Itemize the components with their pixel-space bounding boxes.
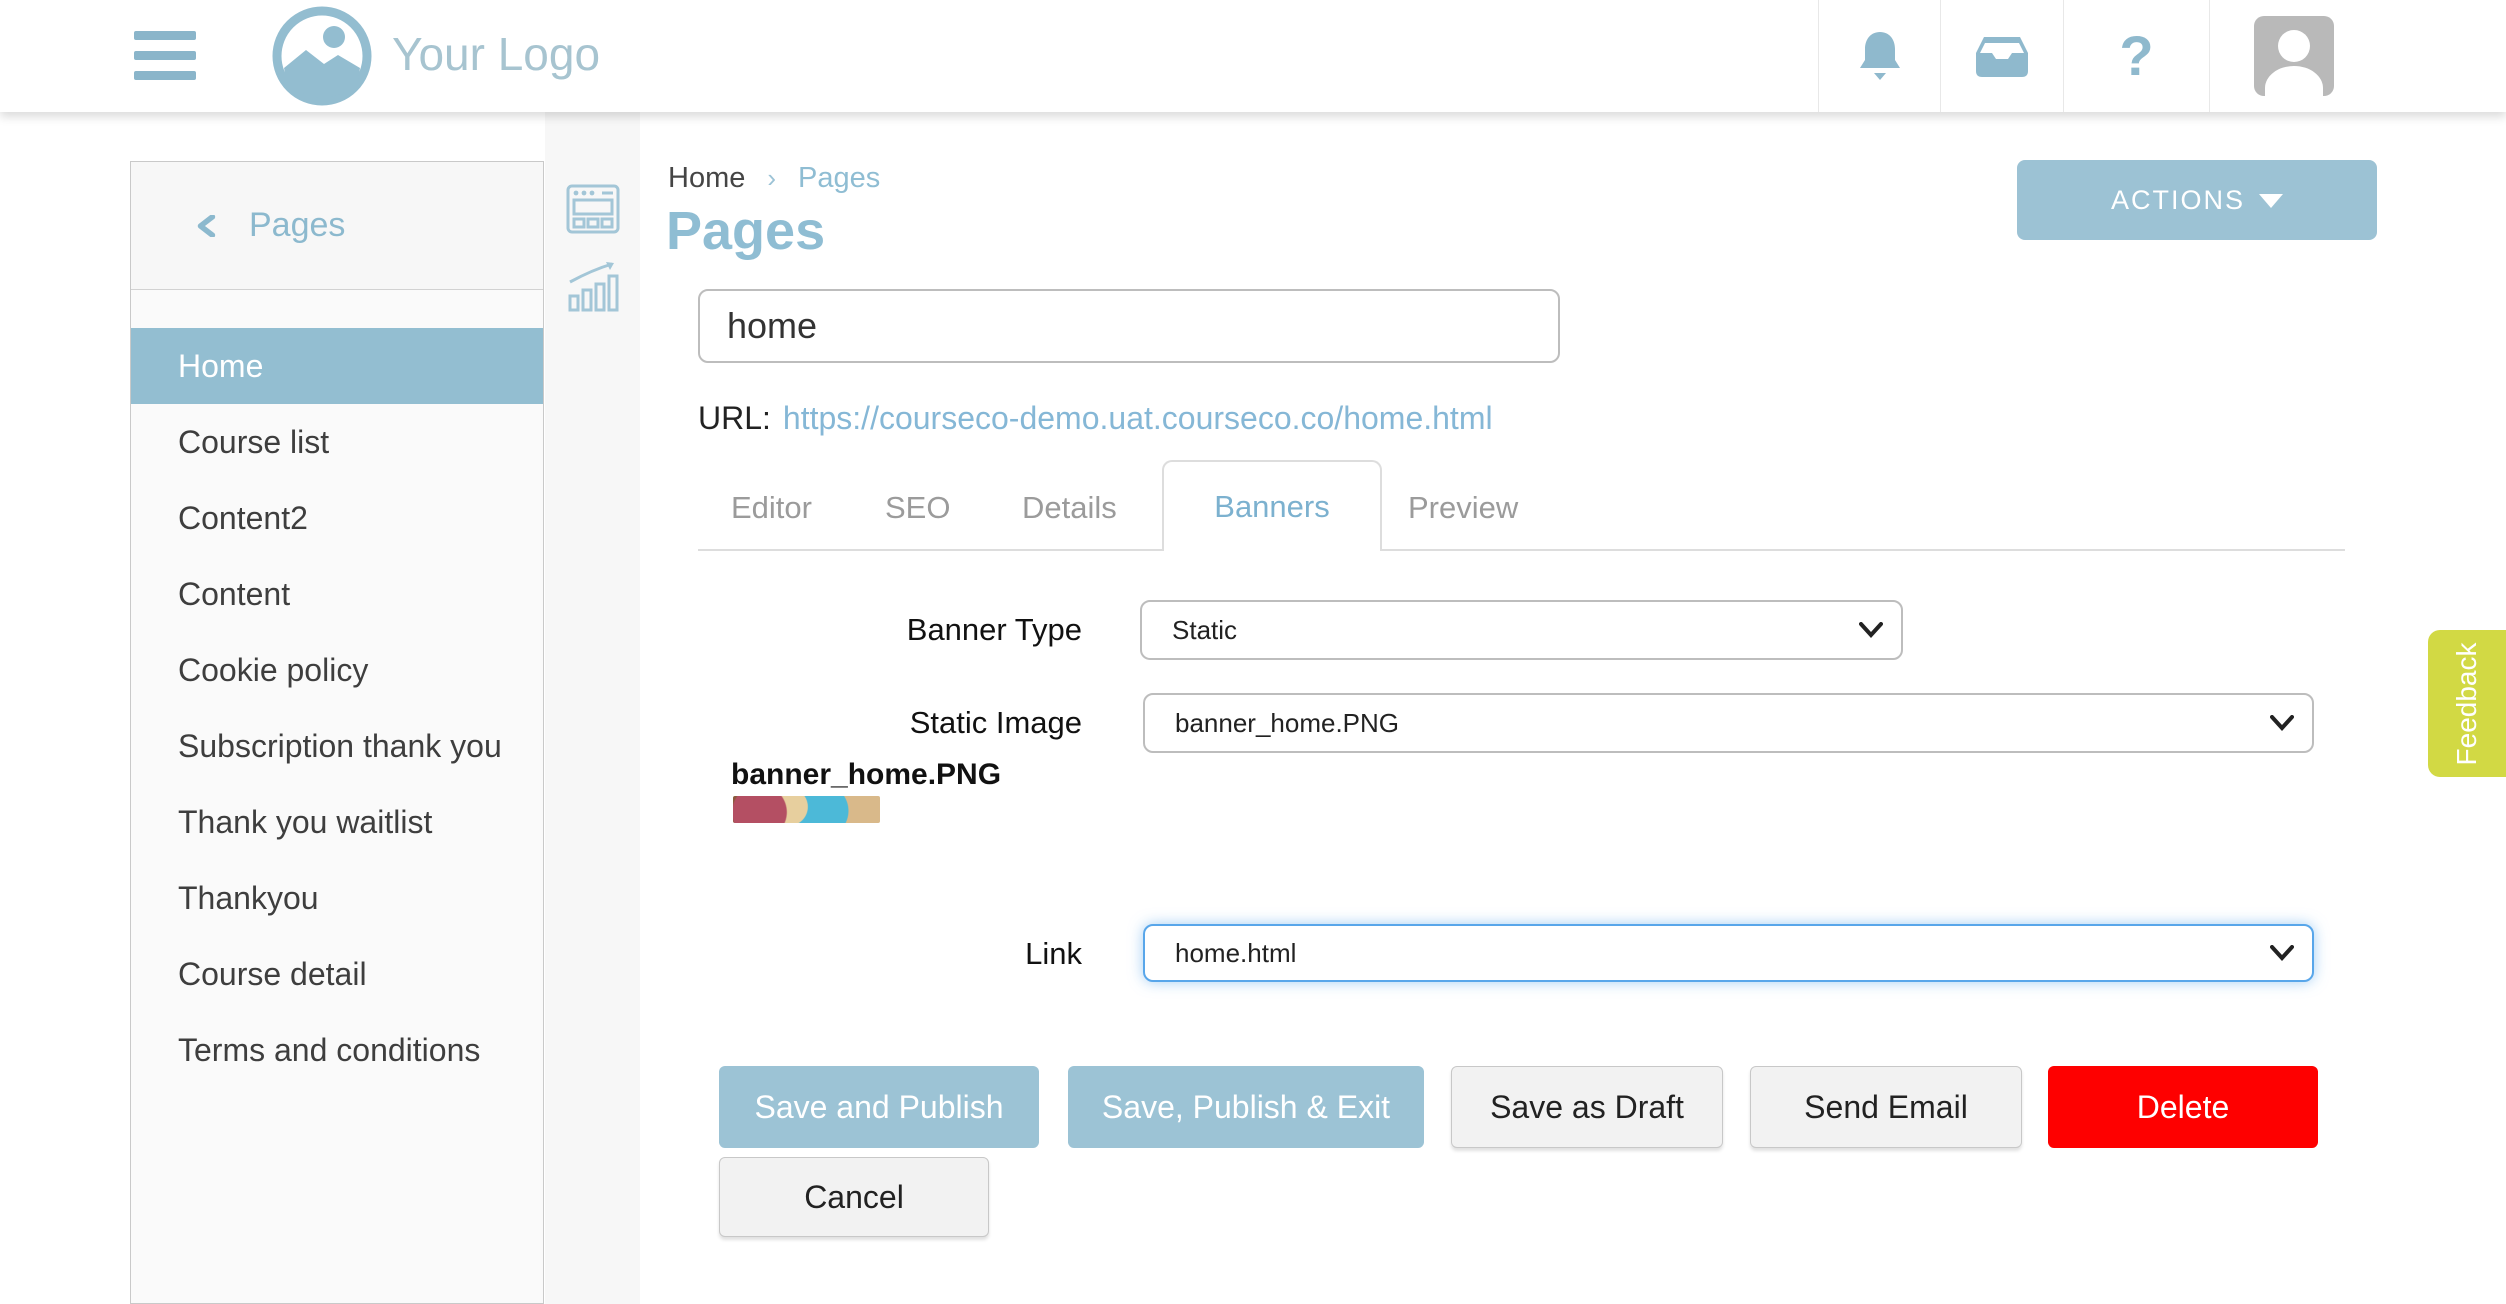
cancel-button[interactable]: Cancel [719, 1157, 989, 1237]
link-label: Link [698, 924, 1082, 984]
static-image-select[interactable]: banner_home.PNG [1143, 693, 2314, 753]
banner-type-select[interactable]: Static [1140, 600, 1903, 660]
image-logo-icon [272, 6, 372, 106]
banner-type-select-wrap: Static [1140, 600, 1903, 660]
breadcrumb: Home › Pages [668, 162, 880, 195]
main-content: Home › Pages Pages ACTIONS URL: https://cou… [640, 112, 2506, 1304]
avatar [2254, 16, 2334, 96]
sidebar-item-thankyou[interactable]: Thankyou [131, 860, 543, 936]
app-window: Your Logo ? [0, 0, 2506, 1304]
sidebar-item-thank-you-waitlist[interactable]: Thank you waitlist [131, 784, 543, 860]
sidebar-item-content[interactable]: Content [131, 556, 543, 632]
page-builder-icon[interactable] [566, 182, 620, 236]
sidebar-header: Pages [131, 162, 543, 290]
bell-icon [1857, 30, 1903, 82]
sidebar-title: Pages [249, 206, 345, 245]
tab-banners[interactable]: Banners [1162, 460, 1382, 551]
banner-type-label: Banner Type [698, 600, 1082, 660]
sidebar-item-course-list[interactable]: Course list [131, 404, 543, 480]
inbox-button[interactable] [1940, 0, 2063, 112]
tab-banners-label: Banners [1214, 489, 1329, 525]
caret-down-icon [2259, 194, 2283, 208]
tab-seo[interactable]: SEO [885, 490, 950, 526]
tool-strip [545, 112, 640, 1304]
sidebar-item-home[interactable]: Home [131, 328, 543, 404]
pages-sidebar: Pages Home Course list Content2 Content … [130, 161, 544, 1304]
chevron-right-icon: › [767, 163, 776, 193]
tabs-divider [698, 549, 2345, 551]
breadcrumb-home[interactable]: Home [668, 162, 745, 194]
delete-button[interactable]: Delete [2048, 1066, 2318, 1148]
save-and-publish-button[interactable]: Save and Publish [719, 1066, 1039, 1148]
banner-image-filename: banner_home.PNG [731, 758, 1001, 792]
url-line: URL: https://courseco-demo.uat.courseco.c… [698, 400, 1493, 437]
analytics-icon[interactable] [566, 260, 620, 314]
inbox-icon [1976, 35, 2028, 77]
tab-editor[interactable]: Editor [731, 490, 812, 526]
tab-preview[interactable]: Preview [1408, 490, 1518, 526]
static-image-select-wrap: banner_home.PNG [1143, 693, 2314, 753]
link-select-wrap: home.html [1143, 924, 2314, 982]
sidebar-item-terms-and-conditions[interactable]: Terms and conditions [131, 1012, 543, 1088]
feedback-label: Feedback [2451, 642, 2483, 765]
save-as-draft-button[interactable]: Save as Draft [1451, 1066, 1723, 1148]
logo-text: Your Logo [392, 0, 600, 112]
breadcrumb-pages[interactable]: Pages [798, 162, 880, 194]
hamburger-menu-icon[interactable] [134, 31, 196, 81]
sidebar-item-cookie-policy[interactable]: Cookie policy [131, 632, 543, 708]
tab-details[interactable]: Details [1022, 490, 1117, 526]
page-name-input[interactable] [698, 289, 1560, 363]
page-url-link[interactable]: https://courseco-demo.uat.courseco.co/ho… [783, 400, 1493, 436]
actions-dropdown-button[interactable]: ACTIONS [2017, 160, 2377, 240]
header-icon-bar: ? [1818, 0, 2506, 112]
link-select[interactable]: home.html [1143, 924, 2314, 982]
feedback-tab[interactable]: Feedback [2428, 630, 2506, 777]
top-header: Your Logo ? [0, 0, 2506, 112]
chevron-left-icon[interactable] [195, 215, 217, 237]
sidebar-item-content2[interactable]: Content2 [131, 480, 543, 556]
banner-image-thumbnail[interactable] [733, 796, 880, 823]
help-button[interactable]: ? [2063, 0, 2209, 112]
profile-button[interactable] [2209, 0, 2506, 112]
notifications-button[interactable] [1818, 0, 1940, 112]
sidebar-item-subscription-thank-you[interactable]: Subscription thank you [131, 708, 543, 784]
page-title: Pages [666, 200, 825, 262]
sidebar-page-list: Home Course list Content2 Content Cookie… [131, 290, 543, 1088]
sidebar-item-course-detail[interactable]: Course detail [131, 936, 543, 1012]
save-publish-exit-button[interactable]: Save, Publish & Exit [1068, 1066, 1424, 1148]
actions-label: ACTIONS [2111, 185, 2245, 215]
send-email-button[interactable]: Send Email [1750, 1066, 2022, 1148]
url-label: URL: [698, 400, 771, 436]
static-image-label: Static Image [698, 693, 1082, 753]
help-icon: ? [2119, 28, 2153, 84]
